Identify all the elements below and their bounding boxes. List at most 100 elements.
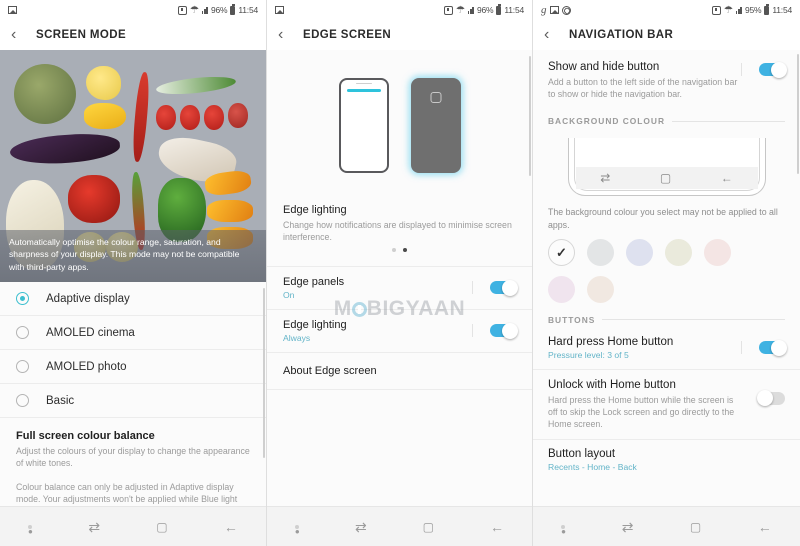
row-button-layout[interactable]: Button layout Recents - Home - Back: [533, 440, 800, 476]
edge-screen-body: Edge lighting Change how notifications a…: [267, 50, 532, 506]
navigation-bar-preview: ⇄ ▢ ←: [567, 138, 766, 197]
preview-photo: Automatically optimise the colour range,…: [0, 50, 266, 282]
phone-back-illustration: [410, 77, 461, 173]
veg-lemon: [86, 66, 121, 100]
feature-description: Change how notifications are displayed t…: [283, 220, 512, 243]
unlock-with-home-toggle[interactable]: [757, 390, 785, 407]
colour-swatch-grid: ✓: [533, 231, 765, 307]
row-title: Unlock with Home button: [548, 378, 676, 391]
toggle-knob: [771, 61, 787, 78]
bg-colour-note: The background colour you select may not…: [548, 207, 778, 230]
show-hide-dot-icon[interactable]: •: [28, 524, 33, 538]
show-hide-button-toggle[interactable]: [759, 61, 787, 78]
system-navigation-bar: • ⇄ ▢ ←: [0, 506, 266, 546]
veg-eggplant: [9, 131, 121, 167]
hard-press-home-toggle[interactable]: [759, 339, 787, 356]
swatch-white-selected[interactable]: ✓: [548, 238, 575, 266]
edge-lighting-toggle[interactable]: [490, 322, 518, 339]
page-dot[interactable]: [392, 247, 396, 252]
option-basic[interactable]: Basic: [0, 384, 266, 418]
signal-icon: [467, 6, 474, 14]
preview-recents-icon: ⇄: [600, 171, 611, 186]
recents-icon[interactable]: ⇄: [355, 520, 367, 534]
clock: 11:54: [772, 5, 792, 15]
status-left-icons: [8, 6, 17, 14]
home-icon[interactable]: ▢: [156, 521, 167, 533]
row-edge-panels[interactable]: Edge panels On: [267, 265, 532, 309]
toggle-knob: [502, 279, 518, 296]
option-adaptive-display[interactable]: Adaptive display: [0, 282, 266, 316]
back-button[interactable]: ‹: [544, 27, 564, 43]
option-amoled-photo[interactable]: AMOLED photo: [0, 350, 266, 384]
phone-front-illustration: [338, 77, 389, 173]
scrollbar[interactable]: [529, 56, 531, 176]
system-navigation-bar: • ⇄ ▢ ←: [267, 506, 532, 546]
status-right: ☂ 95% 11:54: [712, 3, 792, 16]
swatch-light-lilac[interactable]: [548, 275, 575, 303]
signal-icon: [201, 6, 208, 14]
edge-light-strip: [346, 88, 381, 92]
show-hide-dot-icon[interactable]: •: [561, 524, 566, 538]
scrollbar[interactable]: [797, 54, 799, 174]
toggle-wrapper: [472, 279, 518, 296]
row-hard-press-home-button[interactable]: Hard press Home button Pressure level: 3…: [533, 329, 800, 370]
edge-panels-toggle[interactable]: [490, 279, 518, 296]
row-show-and-hide-button[interactable]: Show and hide button Add a button to the…: [533, 50, 800, 110]
back-icon[interactable]: ←: [224, 520, 238, 534]
scrollbar[interactable]: [263, 288, 265, 458]
swatch-lavender-blue[interactable]: [626, 238, 653, 266]
veg-tomato-1: [156, 105, 176, 130]
row-description: Add a button to the left side of the nav…: [548, 77, 738, 100]
recents-icon[interactable]: ⇄: [622, 520, 634, 534]
home-icon[interactable]: ▢: [423, 521, 434, 533]
page-dot-active[interactable]: [403, 247, 407, 252]
swatch-pale-peach[interactable]: [587, 275, 614, 303]
home-icon[interactable]: ▢: [690, 521, 701, 533]
veg-yellow-pepper: [84, 103, 126, 129]
row-title: About Edge screen: [283, 364, 377, 377]
row-title: Show and hide button: [548, 61, 660, 73]
radio-icon[interactable]: [16, 394, 29, 407]
row-title: Hard press Home button: [548, 335, 674, 348]
row-unlock-with-home-button[interactable]: Unlock with Home button Hard press the H…: [533, 370, 800, 441]
screen-screen-mode: ☂ 96% 11:54 ‹ SCREEN MODE Automatically …: [0, 0, 266, 546]
page-title: NAVIGATION BAR: [569, 29, 674, 41]
row-edge-lighting[interactable]: Edge lighting Always: [267, 308, 532, 352]
check-icon: ✓: [556, 244, 567, 260]
toggle-wrapper: [742, 390, 785, 407]
row-about-edge-screen[interactable]: About Edge screen: [267, 351, 532, 389]
veg-tomato-3: [204, 105, 224, 130]
image-icon: [275, 6, 284, 14]
alarm-icon: [178, 5, 188, 15]
toggle-knob: [502, 322, 518, 339]
radio-icon[interactable]: [16, 360, 29, 373]
swatch-pale-yellow[interactable]: [665, 238, 692, 266]
veg-red-chili-1: [131, 71, 151, 163]
row-title: Edge panels: [283, 275, 345, 288]
row-subtitle: Pressure level: 3 of 5: [548, 349, 629, 360]
image-icon: [549, 6, 559, 14]
back-icon[interactable]: ←: [490, 520, 504, 534]
radio-icon-selected[interactable]: [16, 292, 29, 305]
radio-icon[interactable]: [16, 326, 29, 339]
speaker-grill: [355, 82, 372, 84]
square-glyph-icon: [430, 91, 441, 103]
show-hide-dot-icon[interactable]: •: [294, 524, 300, 538]
toggle-wrapper: [472, 322, 518, 339]
swatch-grey[interactable]: [587, 238, 614, 266]
status-left-icons: g: [541, 4, 571, 16]
signal-icon: [735, 6, 742, 14]
option-amoled-cinema[interactable]: AMOLED cinema: [0, 316, 266, 350]
edge-lighting-info: Edge lighting Change how notifications a…: [267, 200, 532, 244]
preview-home-icon: ▢: [659, 171, 672, 186]
swatch-pale-pink[interactable]: [704, 238, 731, 266]
status-bar: g ☂ 95% 11:54: [533, 0, 800, 20]
edge-lighting-illustration: [267, 50, 532, 200]
battery-icon: [230, 3, 236, 15]
back-button[interactable]: ‹: [278, 27, 298, 43]
recents-icon[interactable]: ⇄: [88, 520, 100, 534]
back-button[interactable]: ‹: [11, 27, 31, 43]
battery-icon: [496, 3, 502, 15]
back-icon[interactable]: ←: [758, 520, 772, 534]
alarm-icon: [712, 5, 722, 15]
